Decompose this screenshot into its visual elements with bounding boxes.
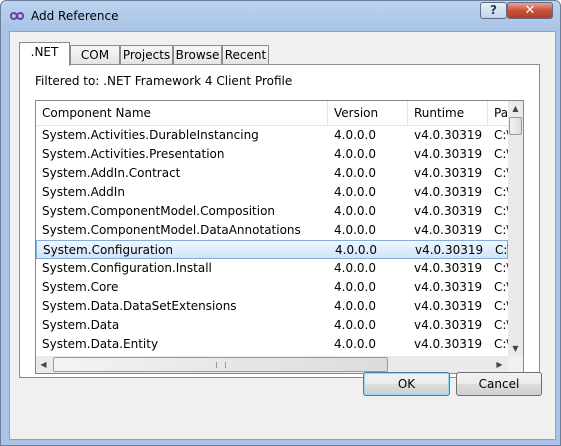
cell-version: 4.0.0.0 — [334, 337, 376, 351]
cell-runtime: v4.0.30319 — [414, 185, 483, 199]
cell-component-name: System.ComponentModel.DataAnnotations — [42, 223, 301, 237]
table-row[interactable]: System.Configuration.Install 4.0.0.0 v4.0.… — [36, 259, 508, 278]
table-row[interactable]: System.AddIn.Contract 4.0.0.0 v4.0.30319 C:… — [36, 164, 508, 183]
table-row[interactable]: System.AddIn 4.0.0.0 v4.0.30319 C:\ — [36, 183, 508, 202]
cell-component-name: System.Configuration.Install — [42, 261, 212, 275]
cell-version: 4.0.0.0 — [334, 204, 376, 218]
cell-component-name: System.Data — [42, 318, 120, 332]
cell-runtime: v4.0.30319 — [414, 299, 483, 313]
cell-version: 4.0.0.0 — [334, 166, 376, 180]
cell-component-name: System.Activities.DurableInstancing — [42, 128, 259, 142]
cell-path: C:\ — [494, 299, 508, 313]
cell-component-name: System.Data.Entity — [42, 337, 159, 351]
cell-component-name: System.Configuration — [43, 243, 173, 257]
scroll-up-arrow-icon[interactable]: ▲ — [508, 101, 523, 116]
cell-path: C:\ — [494, 185, 508, 199]
cell-version: 4.0.0.0 — [334, 318, 376, 332]
cell-version: 4.0.0.0 — [334, 147, 376, 161]
cell-path: C:\ — [494, 223, 508, 237]
cell-component-name: System.AddIn — [42, 185, 125, 199]
cell-component-name: System.Activities.Presentation — [42, 147, 225, 161]
table-row[interactable]: System.Data.Entity 4.0.0.0 v4.0.30319 C:\ — [36, 335, 508, 354]
column-header-runtime[interactable]: Runtime — [408, 101, 488, 125]
tab-page: Filtered to: .NET Framework 4 Client Pro… — [19, 64, 540, 378]
cell-runtime: v4.0.30319 — [414, 280, 483, 294]
cell-path: C:\ — [495, 243, 509, 257]
tab-browse[interactable]: Browse — [173, 45, 222, 65]
close-button[interactable]: ✕ — [507, 2, 553, 19]
table-row[interactable]: System.Core 4.0.0.0 v4.0.30319 C:\ — [36, 278, 508, 297]
cancel-button[interactable]: Cancel — [456, 372, 542, 396]
add-reference-dialog: Add Reference ? ✕ .NET COM Projects Brow… — [0, 0, 561, 446]
visual-studio-icon — [9, 12, 25, 20]
scrollbar-corner — [508, 356, 523, 373]
cell-version: 4.0.0.0 — [334, 261, 376, 275]
column-header-path[interactable]: Pa — [488, 101, 508, 125]
cell-runtime: v4.0.30319 — [414, 166, 483, 180]
table-row[interactable]: System.Data 4.0.0.0 v4.0.30319 C:\ — [36, 316, 508, 335]
title-bar[interactable]: Add Reference ? ✕ — [1, 1, 560, 31]
table-row[interactable]: System.Configuration 4.0.0.0 v4.0.30319 C:\ — [36, 240, 509, 259]
cell-path: C:\ — [494, 261, 508, 275]
table-row[interactable]: System.ComponentModel.DataAnnotations 4.0… — [36, 221, 508, 240]
vertical-scroll-thumb[interactable] — [509, 117, 522, 135]
ok-button[interactable]: OK — [363, 372, 450, 396]
cell-version: 4.0.0.0 — [334, 185, 376, 199]
tab-recent[interactable]: Recent — [222, 45, 269, 65]
scroll-left-arrow-icon[interactable]: ◀ — [36, 357, 51, 372]
cell-runtime: v4.0.30319 — [414, 223, 483, 237]
cell-path: C:\ — [494, 337, 508, 351]
column-header-component-name[interactable]: Component Name — [36, 101, 328, 125]
cell-runtime: v4.0.30319 — [414, 128, 483, 142]
cell-version: 4.0.0.0 — [335, 243, 377, 257]
cell-path: C:\ — [494, 128, 508, 142]
cell-runtime: v4.0.30319 — [414, 261, 483, 275]
cell-version: 4.0.0.0 — [334, 280, 376, 294]
cell-path: C:\ — [494, 166, 508, 180]
table-row[interactable]: System.Activities.DurableInstancing 4.0.0… — [36, 126, 508, 145]
window-title: Add Reference — [31, 9, 119, 23]
table-row[interactable]: System.Data.DataSetExtensions 4.0.0.0 v4.0… — [36, 297, 508, 316]
cell-runtime: v4.0.30319 — [415, 243, 484, 257]
filter-label: Filtered to: .NET Framework 4 Client Pro… — [35, 74, 293, 88]
cell-version: 4.0.0.0 — [334, 299, 376, 313]
cell-path: C:\ — [494, 204, 508, 218]
cell-path: C:\ — [494, 147, 508, 161]
cell-runtime: v4.0.30319 — [414, 318, 483, 332]
grip-icon — [216, 362, 226, 368]
cell-path: C:\ — [494, 280, 508, 294]
scroll-right-arrow-icon[interactable]: ▶ — [492, 357, 507, 372]
column-header-version[interactable]: Version — [328, 101, 408, 125]
cell-version: 4.0.0.0 — [334, 223, 376, 237]
cell-runtime: v4.0.30319 — [414, 147, 483, 161]
cell-path: C:\ — [494, 318, 508, 332]
cell-runtime: v4.0.30319 — [414, 337, 483, 351]
list-header: Component Name Version Runtime Pa — [36, 101, 508, 126]
cell-component-name: System.Core — [42, 280, 119, 294]
horizontal-scrollbar[interactable]: ◀ ▶ — [36, 356, 508, 373]
component-list[interactable]: Component Name Version Runtime Pa System… — [35, 100, 524, 374]
vertical-scrollbar[interactable]: ▲ ▼ — [508, 101, 523, 356]
tab-projects[interactable]: Projects — [120, 45, 173, 65]
help-button[interactable]: ? — [480, 2, 507, 19]
cell-version: 4.0.0.0 — [334, 128, 376, 142]
cell-component-name: System.Data.DataSetExtensions — [42, 299, 237, 313]
tab-dotnet[interactable]: .NET — [19, 42, 70, 66]
cell-runtime: v4.0.30319 — [414, 204, 483, 218]
scroll-down-arrow-icon[interactable]: ▼ — [508, 341, 523, 356]
table-row[interactable]: System.ComponentModel.Composition 4.0.0.0… — [36, 202, 508, 221]
table-row[interactable]: System.Activities.Presentation 4.0.0.0 v4.… — [36, 145, 508, 164]
tab-com[interactable]: COM — [70, 45, 120, 65]
cell-component-name: System.AddIn.Contract — [42, 166, 181, 180]
horizontal-scroll-thumb[interactable] — [53, 357, 388, 372]
cell-component-name: System.ComponentModel.Composition — [42, 204, 276, 218]
